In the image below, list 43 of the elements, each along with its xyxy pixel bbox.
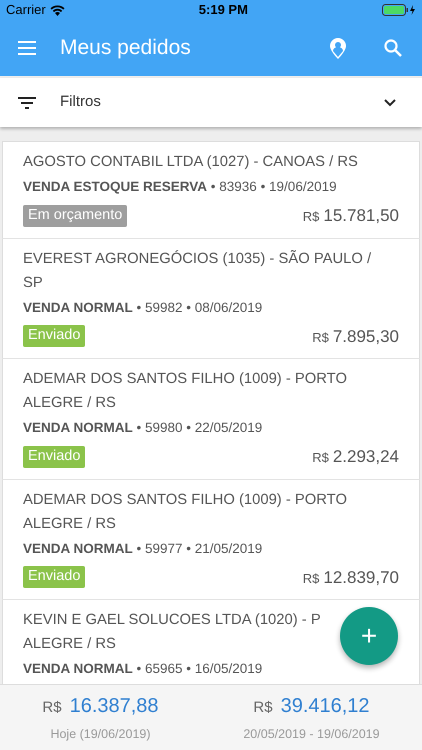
order-amount: 15.781,50 bbox=[323, 205, 399, 227]
customer-name: KEVIN E GAEL SOLUCOES LTDA (1020) - P ALEGRE / RS bbox=[23, 611, 321, 654]
time-label: 5:19 PM bbox=[198, 1, 248, 20]
customer-name: ADEMAR DOS SANTOS FILHO (1009) - PORTO ALEGRE / RS bbox=[23, 490, 347, 534]
customer-name: AGOSTO CONTABIL LTDA (1027) - CANOAS / RS bbox=[23, 153, 358, 172]
currency-label: R$ bbox=[42, 698, 62, 718]
status-label: Enviado bbox=[23, 325, 86, 348]
order-details: VENDA NORMAL • 59977 • 21/05/2019 bbox=[23, 540, 262, 558]
total-period: 20/05/2019 - 19/06/2019 bbox=[243, 726, 380, 744]
order-card[interactable]: ADEMAR DOS SANTOS FILHO (1009) - PORTO ALEGRE / RS VENDA NORMAL • 59977 • 21/05/2019 Enviado R$ 12.839,70 bbox=[2, 478, 420, 599]
order-card[interactable]: ADEMAR DOS SANTOS FILHO (1009) - PORTO ALEGRE / RS VENDA NORMAL • 59980 • 22/05/2019 Enviado R$ 2.293,24 bbox=[2, 358, 420, 478]
order-details: VENDA NORMAL • 65965 • 16/05/2019 bbox=[23, 660, 262, 678]
total-period: Hoje (19/06/2019) bbox=[50, 726, 151, 744]
carrier-label: Carrier bbox=[6, 1, 46, 20]
order-amount: 12.839,70 bbox=[323, 566, 399, 588]
location-pin-icon[interactable] bbox=[330, 38, 346, 58]
search-icon[interactable] bbox=[384, 39, 402, 57]
currency-label: R$ bbox=[312, 449, 329, 467]
order-details: VENDA ESTOQUE RESERVA • 83936 • 19/06/2019 bbox=[23, 178, 337, 196]
order-card[interactable]: EVEREST AGRONEGÓCIOS (1035) - SÃO PAULO / SP VENDA NORMAL • 59982 • 08/06/2019 Enviado R$ 7.895,30 bbox=[2, 238, 420, 358]
order-card[interactable]: AGOSTO CONTABIL LTDA (1027) - CANOAS / RS VENDA ESTOQUE RESERVA • 83936 • 19/06/2019 Em orçamento R$ 15.781,50 bbox=[2, 141, 420, 238]
menu-icon[interactable] bbox=[18, 41, 36, 55]
order-amount: 2.293,24 bbox=[332, 446, 399, 468]
currency-label: R$ bbox=[253, 698, 273, 718]
status-label: Enviado bbox=[23, 446, 86, 468]
currency-label: R$ bbox=[312, 328, 329, 346]
filter-label: Filtros bbox=[60, 92, 102, 112]
screen-title: Meus pedidos bbox=[60, 35, 192, 62]
customer-name: EVEREST AGRONEGÓCIOS (1035) - SÃO PAULO / SP bbox=[23, 249, 372, 292]
total-amount: 39.416,12 bbox=[280, 694, 370, 720]
wifi-icon bbox=[50, 4, 65, 16]
filter-icon bbox=[18, 96, 36, 108]
total-amount: 16.387,88 bbox=[70, 694, 159, 720]
order-amount: 7.895,30 bbox=[332, 326, 399, 348]
currency-label: R$ bbox=[302, 208, 320, 226]
battery-icon bbox=[382, 4, 416, 16]
status-label: Enviado bbox=[23, 566, 86, 588]
currency-label: R$ bbox=[302, 570, 320, 588]
filter-bar[interactable]: Filtros bbox=[0, 78, 422, 127]
customer-name: ADEMAR DOS SANTOS FILHO (1009) - PORTO ALEGRE / RS bbox=[23, 370, 347, 413]
order-details: VENDA NORMAL • 59980 • 22/05/2019 bbox=[23, 419, 262, 437]
status-label: Em orçamento bbox=[23, 204, 128, 227]
order-details: VENDA NORMAL • 59982 • 08/06/2019 bbox=[23, 298, 262, 316]
